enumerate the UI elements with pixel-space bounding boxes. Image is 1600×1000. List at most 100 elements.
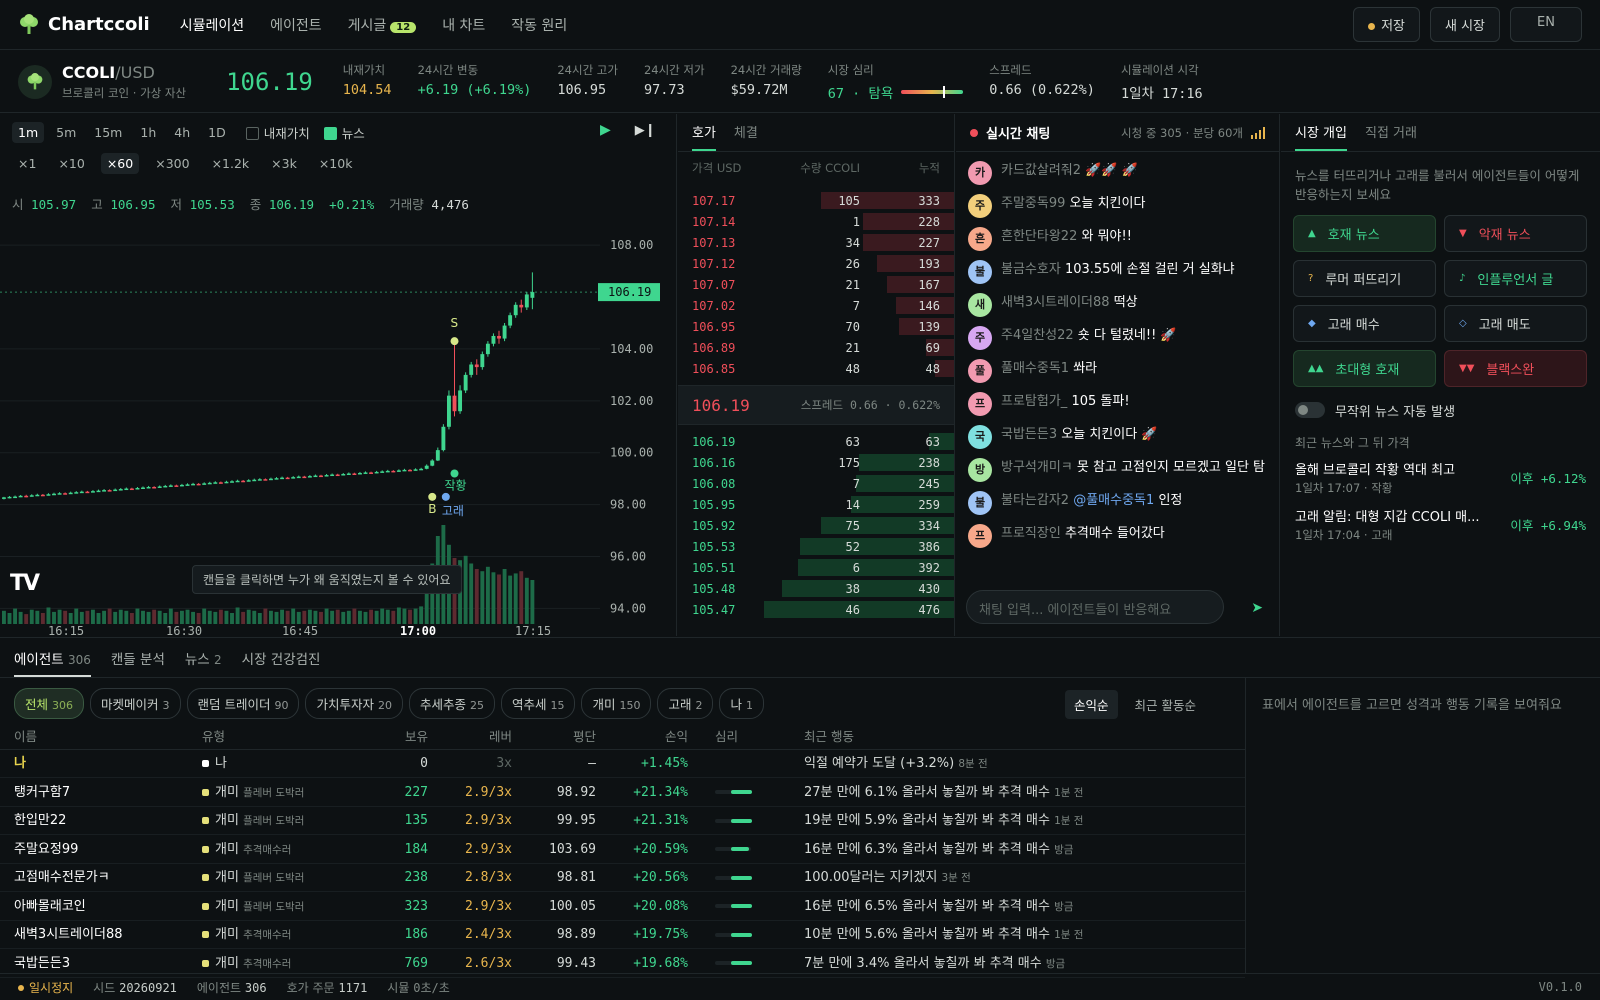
candle[interactable] <box>530 292 535 298</box>
intervention-button[interactable]: ♪ 인플루언서 글 <box>1444 259 1587 297</box>
candle[interactable] <box>513 304 518 316</box>
ask-row[interactable]: 106.95 70 139 <box>678 316 954 337</box>
intervention-button[interactable]: ? 루머 퍼뜨리기 <box>1293 259 1436 297</box>
bid-row[interactable]: 105.92 75 334 <box>678 515 954 536</box>
candle[interactable] <box>152 486 157 489</box>
candle[interactable] <box>91 491 95 493</box>
intervention-button[interactable]: ▲▲ 초대형 호재 <box>1293 349 1436 387</box>
news-item[interactable]: 올해 브로콜리 작황 역대 최고 1일차 17:07 · 작황 이후 +6.12% <box>1281 455 1600 502</box>
filter-pill[interactable]: 역추세 15 <box>500 688 576 719</box>
candle[interactable] <box>18 495 23 498</box>
candle[interactable] <box>469 364 474 375</box>
candle[interactable] <box>285 477 290 480</box>
candle[interactable] <box>63 493 68 495</box>
candle[interactable] <box>363 472 368 474</box>
candle[interactable] <box>13 496 18 499</box>
agent-row[interactable]: 한입만22 개미 플레버 도박러 135 2.9/3x 99.95 +21.31% 19분 … <box>0 807 1245 835</box>
candle[interactable] <box>52 493 56 496</box>
candle[interactable] <box>102 490 107 492</box>
candle[interactable] <box>508 315 513 326</box>
market-tab[interactable]: 직접 거래 <box>1365 122 1417 151</box>
ask-row[interactable]: 107.14 1 228 <box>678 211 954 232</box>
candle[interactable] <box>291 477 296 479</box>
candle[interactable] <box>107 490 112 492</box>
speed-option[interactable]: ×10k <box>313 153 359 174</box>
bid-row[interactable]: 106.08 7 245 <box>678 473 954 494</box>
timeframe-1D[interactable]: 1D <box>202 122 232 143</box>
candle[interactable] <box>502 325 507 339</box>
ask-row[interactable]: 107.02 7 146 <box>678 295 954 316</box>
candle[interactable] <box>163 485 168 488</box>
auto-news-toggle[interactable] <box>1295 402 1325 419</box>
candle[interactable] <box>358 472 362 475</box>
candle[interactable] <box>485 343 490 355</box>
candle[interactable] <box>185 484 190 486</box>
event-marker[interactable] <box>441 492 450 501</box>
candle[interactable] <box>246 480 251 482</box>
candle[interactable] <box>230 481 234 483</box>
bottom-tab[interactable]: 시장 건강검진 <box>242 648 321 677</box>
play-icon[interactable]: ▶ <box>600 122 611 138</box>
candle[interactable] <box>174 485 179 487</box>
candle[interactable] <box>113 489 118 492</box>
candle[interactable] <box>524 294 529 308</box>
candle[interactable] <box>168 485 173 487</box>
speed-option[interactable]: ×3k <box>265 153 303 174</box>
bid-row[interactable]: 105.48 38 430 <box>678 578 954 599</box>
candle[interactable] <box>408 469 412 472</box>
speed-option[interactable]: ×1.2k <box>206 153 256 174</box>
chat-input[interactable]: 채팅 입력... 에이전트들이 반응해요 <box>966 590 1224 624</box>
candle[interactable] <box>224 481 229 484</box>
bid-row[interactable]: 105.53 52 386 <box>678 536 954 557</box>
bid-row[interactable]: 106.16 175 238 <box>678 452 954 473</box>
candle[interactable] <box>274 478 279 480</box>
candle[interactable] <box>218 482 223 484</box>
ask-row[interactable]: 106.89 21 69 <box>678 337 954 358</box>
bid-row[interactable]: 106.19 63 63 <box>678 431 954 452</box>
candle[interactable] <box>213 482 218 484</box>
nav-item[interactable]: 내 차트 <box>442 15 485 35</box>
intervention-button[interactable]: ▼▼ 블랙스완 <box>1444 349 1587 387</box>
candle[interactable] <box>96 490 101 493</box>
candle[interactable] <box>141 487 145 490</box>
nav-item[interactable]: 시뮬레이션 <box>180 15 244 35</box>
timeframe-15m[interactable]: 15m <box>88 122 128 143</box>
column-header[interactable]: 레버 <box>428 724 512 750</box>
event-marker[interactable] <box>450 337 459 346</box>
filter-pill[interactable]: 고래 2 <box>657 688 714 719</box>
candle[interactable] <box>196 483 201 486</box>
orderbook-tab[interactable]: 호가 <box>692 122 716 151</box>
sort-pnl[interactable]: 손익순 <box>1065 690 1118 719</box>
filter-pill[interactable]: 랜덤 트레이더 90 <box>186 688 300 719</box>
filter-pill[interactable]: 나 1 <box>719 688 764 719</box>
ask-row[interactable]: 107.07 21 167 <box>678 274 954 295</box>
candle[interactable] <box>29 495 34 497</box>
candle[interactable] <box>40 494 45 497</box>
save-button[interactable]: 저장 <box>1353 7 1420 42</box>
candle[interactable] <box>235 480 240 483</box>
candle[interactable] <box>435 450 440 461</box>
candle[interactable] <box>313 475 318 478</box>
ask-row[interactable]: 107.12 26 193 <box>678 253 954 274</box>
candle[interactable] <box>146 486 151 489</box>
candle[interactable] <box>346 473 351 475</box>
filter-pill[interactable]: 전체 306 <box>14 688 84 719</box>
candle[interactable] <box>458 390 463 412</box>
language-toggle[interactable]: EN <box>1510 7 1582 42</box>
candle[interactable] <box>369 472 374 474</box>
candle[interactable] <box>24 495 29 498</box>
candle[interactable] <box>480 354 485 368</box>
candle[interactable] <box>296 476 301 479</box>
speed-option[interactable]: ×60 <box>100 153 140 174</box>
candle[interactable] <box>180 484 184 487</box>
candle[interactable] <box>430 460 435 466</box>
candle[interactable] <box>413 469 418 471</box>
column-header[interactable]: 보유 <box>340 724 428 750</box>
agent-row[interactable]: 나 나 0 3x – +1.45% 익절 예약가 도달 (+3.2%) 8분 전 <box>0 750 1245 778</box>
candle[interactable] <box>463 374 468 391</box>
column-header[interactable]: 심리 <box>715 724 775 750</box>
bid-row[interactable]: 105.95 14 259 <box>678 494 954 515</box>
send-icon[interactable]: ➤ <box>1251 600 1263 616</box>
agent-row[interactable]: 새벽3시트레이더88 개미 추격매수러 186 2.4/3x 98.89 +19.75% 1… <box>0 921 1245 949</box>
candle[interactable] <box>207 482 212 485</box>
